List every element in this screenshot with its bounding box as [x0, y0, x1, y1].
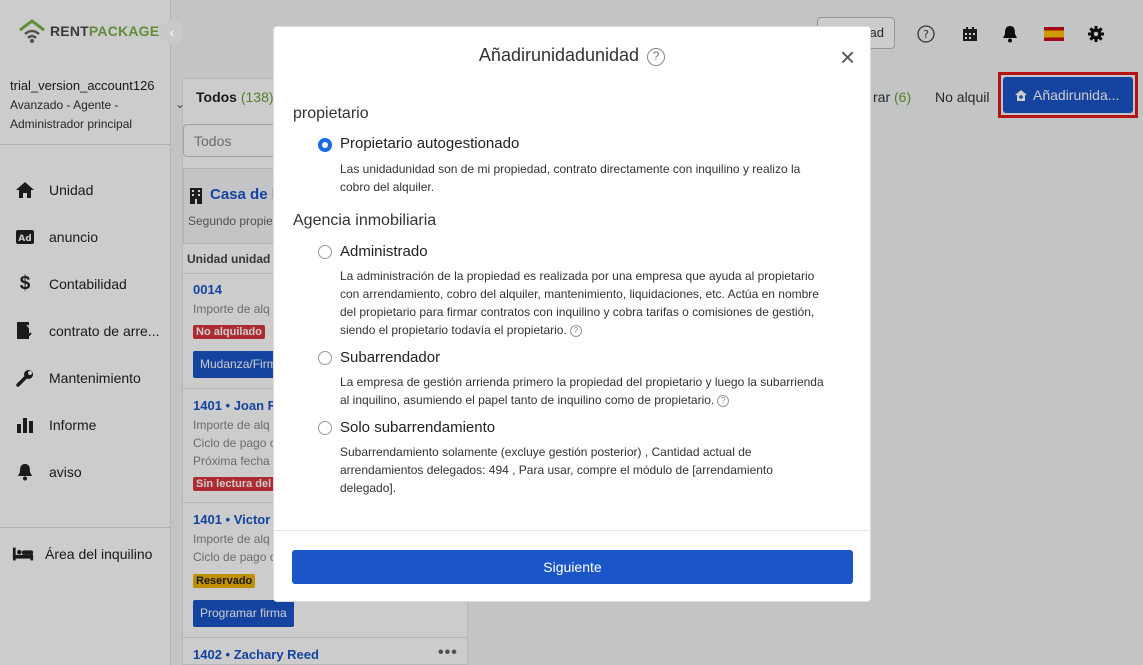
dialog-title-text: Añadirunidadunidad	[478, 45, 640, 65]
option-description: Subarrendamiento solamente (excluye gest…	[340, 445, 773, 495]
dialog-title: Añadirunidadunidad?	[274, 45, 870, 66]
help-icon[interactable]: ?	[647, 48, 666, 66]
chevron-left-icon: ‹	[169, 24, 175, 40]
section-owner-title: propietario	[293, 105, 369, 122]
section-agency-title: Agencia inmobiliaria	[293, 212, 437, 229]
radio-sublease-only[interactable]	[318, 421, 332, 435]
option-description: Las unidadunidad son de mi propiedad, co…	[340, 162, 801, 194]
divider	[274, 530, 870, 531]
close-icon[interactable]: ×	[840, 44, 855, 70]
radio-self-managed[interactable]	[318, 138, 332, 152]
option-description: La administración de la propiedad es rea…	[340, 269, 819, 337]
option-title[interactable]: Propietario autogestionado	[340, 135, 519, 152]
next-button[interactable]: Siguiente	[292, 550, 853, 584]
collapse-sidebar-button[interactable]: ‹	[160, 20, 184, 44]
option-title[interactable]: Administrado	[340, 243, 428, 260]
help-icon[interactable]: ?	[717, 395, 730, 407]
option-title[interactable]: Subarrendador	[340, 349, 440, 366]
option-description: La empresa de gestión arrienda primero l…	[340, 375, 824, 407]
help-icon[interactable]: ?	[569, 325, 582, 337]
add-unit-dialog: Añadirunidadunidad? × propietario Propie…	[273, 26, 871, 602]
radio-managed[interactable]	[318, 245, 332, 259]
radio-sublessor[interactable]	[318, 351, 332, 365]
option-title[interactable]: Solo subarrendamiento	[340, 419, 495, 436]
